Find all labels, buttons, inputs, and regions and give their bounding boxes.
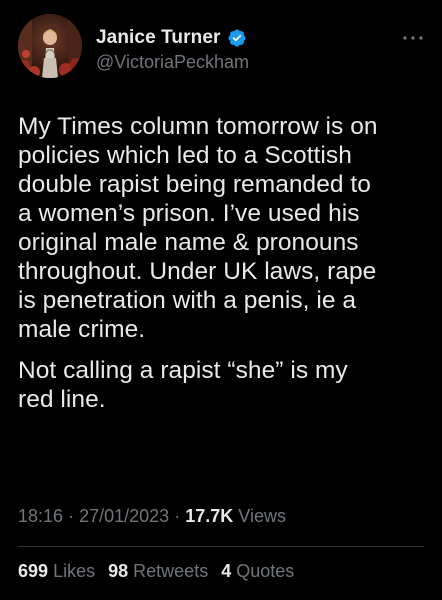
display-name[interactable]: Janice Turner — [96, 27, 221, 49]
retweets-count: 98 — [108, 561, 129, 581]
likes-label: Likes — [53, 561, 96, 581]
quotes-label: Quotes — [236, 561, 295, 581]
meta-separator: · — [68, 506, 75, 526]
views-label: Views — [238, 506, 286, 526]
tweet-text: My Times column tomorrow is on policies … — [18, 112, 428, 414]
verified-badge-icon — [227, 28, 247, 48]
avatar[interactable] — [18, 14, 82, 78]
quotes-count: 4 — [221, 561, 232, 581]
display-name-row: Janice Turner — [96, 26, 249, 50]
tweet-header: Janice Turner @VictoriaPeckham — [18, 14, 428, 80]
views-count[interactable]: 17.7K — [185, 506, 233, 526]
divider — [18, 546, 424, 547]
avatar-image — [18, 14, 82, 78]
likes-count: 699 — [18, 561, 49, 581]
quotes-stat[interactable]: 4 Quotes — [221, 561, 294, 581]
tweet-paragraph: My Times column tomorrow is on policies … — [18, 113, 378, 343]
engagement-stats: 699 Likes 98 Retweets 4 Quotes — [18, 561, 302, 582]
meta-separator: · — [174, 506, 181, 526]
more-options-icon[interactable] — [402, 30, 424, 40]
retweets-label: Retweets — [133, 561, 209, 581]
handle[interactable]: @VictoriaPeckham — [96, 52, 249, 73]
tweet-date[interactable]: 27/01/2023 — [79, 506, 169, 526]
tweet-time[interactable]: 18:16 — [18, 506, 63, 526]
tweet: Janice Turner @VictoriaPeckham My Times … — [0, 0, 442, 600]
author-info: Janice Turner @VictoriaPeckham — [96, 26, 249, 73]
likes-stat[interactable]: 699 Likes — [18, 561, 100, 581]
tweet-paragraph: Not calling a rapist “she” is my red lin… — [18, 357, 348, 413]
retweets-stat[interactable]: 98 Retweets — [108, 561, 213, 581]
tweet-metadata: 18:16 · 27/01/2023 · 17.7K Views — [18, 506, 286, 527]
